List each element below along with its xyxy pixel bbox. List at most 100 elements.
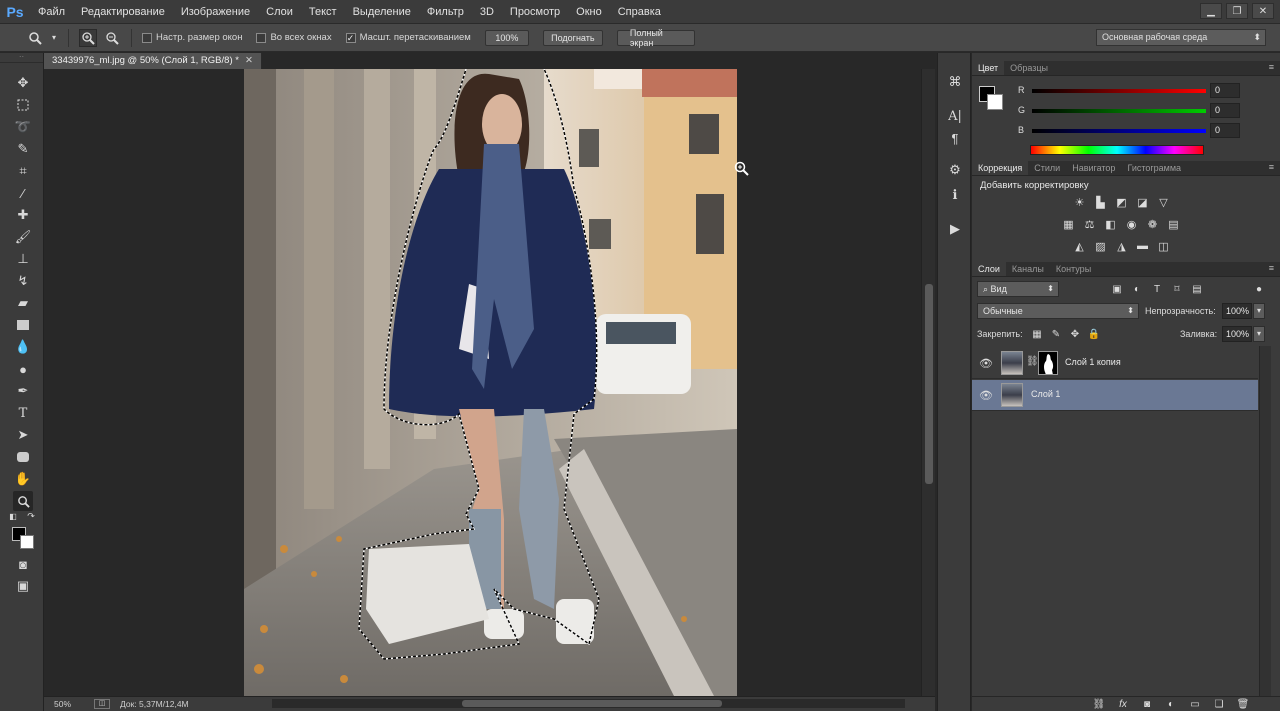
pen-tool-icon[interactable]: ✒ bbox=[13, 381, 33, 401]
close-icon[interactable]: ✕ bbox=[245, 55, 253, 66]
document-image[interactable] bbox=[244, 69, 737, 696]
layer-mask-thumbnail[interactable] bbox=[1038, 351, 1058, 375]
green-value-input[interactable]: 0 bbox=[1210, 103, 1240, 118]
tab-swatches[interactable]: Образцы bbox=[1004, 61, 1054, 75]
menu-text[interactable]: Текст bbox=[301, 0, 345, 24]
blue-slider[interactable]: B 0 bbox=[1012, 123, 1272, 139]
canvas-area[interactable] bbox=[44, 69, 921, 696]
fit-screen-button[interactable]: Подогнать bbox=[542, 29, 603, 46]
swap-colors-icon[interactable]: ↷ bbox=[26, 511, 36, 521]
tool-presets-icon[interactable]: ⚙ bbox=[945, 161, 965, 179]
color-background-swatch[interactable] bbox=[987, 94, 1003, 110]
blend-mode-select[interactable]: Обычные ⬍ bbox=[977, 303, 1139, 319]
minimize-button[interactable]: ▁ bbox=[1200, 3, 1222, 19]
lock-all-icon[interactable]: 🔒 bbox=[1088, 328, 1100, 340]
layer-style-icon[interactable]: fx bbox=[1116, 698, 1130, 711]
info-panel-icon[interactable]: ℹ bbox=[945, 186, 965, 204]
exposure-icon[interactable]: ◪ bbox=[1135, 195, 1150, 209]
gradient-map-icon[interactable]: ▬ bbox=[1135, 239, 1150, 253]
photo-filter-icon[interactable]: ◉ bbox=[1124, 217, 1139, 231]
new-layer-icon[interactable]: ❏ bbox=[1212, 698, 1226, 711]
layer-row[interactable]: 👁 Слой 1 bbox=[972, 380, 1258, 411]
zoom-out-icon[interactable] bbox=[103, 29, 121, 47]
quick-mask-icon[interactable]: ◙ bbox=[13, 554, 33, 574]
zoom-tool-preset-icon[interactable] bbox=[26, 29, 44, 47]
paragraph-panel-icon[interactable]: ¶ bbox=[945, 129, 965, 147]
toolbar-grip[interactable]: ·· bbox=[0, 53, 43, 63]
tab-navigator[interactable]: Навигатор bbox=[1066, 161, 1121, 175]
filter-type-layers-icon[interactable]: T bbox=[1150, 282, 1164, 296]
tab-layers[interactable]: Слои bbox=[972, 262, 1006, 276]
black-white-icon[interactable]: ◧ bbox=[1103, 217, 1118, 231]
blur-tool-icon[interactable]: 💧 bbox=[13, 337, 33, 357]
threshold-icon[interactable]: ◮ bbox=[1114, 239, 1129, 253]
character-panel-icon[interactable]: A| bbox=[945, 107, 965, 125]
actual-pixels-button[interactable]: 100% bbox=[484, 29, 529, 46]
checkmark-icon[interactable]: ✓ bbox=[345, 32, 356, 43]
checkbox-box[interactable] bbox=[256, 32, 267, 43]
shape-tool-icon[interactable] bbox=[13, 447, 33, 467]
red-track[interactable] bbox=[1032, 89, 1206, 93]
document-tab[interactable]: 33439976_ml.jpg @ 50% (Слой 1, RGB/8) * ✕ bbox=[44, 53, 262, 69]
all-windows-checkbox[interactable]: Во всех окнах bbox=[256, 32, 332, 43]
layer-thumbnail[interactable] bbox=[1001, 351, 1023, 375]
trash-icon[interactable]: 🗑 bbox=[1236, 698, 1250, 711]
scrubby-zoom-checkbox[interactable]: ✓ Масшт. перетаскиванием bbox=[345, 32, 471, 43]
eye-icon[interactable]: 👁 bbox=[978, 389, 994, 402]
layer-name[interactable]: Слой 1 копия bbox=[1065, 357, 1121, 367]
red-value-input[interactable]: 0 bbox=[1210, 83, 1240, 98]
lock-transparent-pixels-icon[interactable]: ▦ bbox=[1031, 328, 1043, 340]
history-brush-tool-icon[interactable]: ↯ bbox=[13, 271, 33, 291]
menu-file[interactable]: Файл bbox=[30, 0, 73, 24]
menu-filter[interactable]: Фильтр bbox=[419, 0, 472, 24]
horizontal-scrollbar[interactable] bbox=[272, 699, 905, 708]
posterize-icon[interactable]: ▨ bbox=[1093, 239, 1108, 253]
zoom-in-icon[interactable] bbox=[79, 28, 97, 47]
green-track[interactable] bbox=[1032, 109, 1206, 113]
zoom-tool-icon[interactable] bbox=[13, 491, 33, 511]
crop-tool-icon[interactable]: ⌗ bbox=[13, 161, 33, 181]
tab-paths[interactable]: Контуры bbox=[1050, 262, 1097, 276]
invert-icon[interactable]: ◭ bbox=[1072, 239, 1087, 253]
color-lookup-icon[interactable]: ▤ bbox=[1166, 217, 1181, 231]
eye-icon[interactable]: 👁 bbox=[978, 357, 994, 370]
default-colors-icon[interactable]: ◧ bbox=[8, 511, 18, 521]
filter-adjustment-layers-icon[interactable]: ◐ bbox=[1130, 282, 1144, 296]
blue-track[interactable] bbox=[1032, 129, 1206, 133]
panel-menu-icon[interactable]: ≡ bbox=[1269, 62, 1274, 72]
menu-view[interactable]: Просмотр bbox=[502, 0, 568, 24]
hue-saturation-icon[interactable]: ▦ bbox=[1061, 217, 1076, 231]
hand-tool-icon[interactable]: ✋ bbox=[13, 469, 33, 489]
eraser-tool-icon[interactable]: ▰ bbox=[13, 293, 33, 313]
add-mask-icon[interactable]: ◙ bbox=[1140, 698, 1154, 711]
tab-styles[interactable]: Стили bbox=[1028, 161, 1066, 175]
workspace-select[interactable]: Основная рабочая среда ⬍ bbox=[1096, 29, 1266, 46]
lock-image-pixels-icon[interactable]: ✎ bbox=[1050, 328, 1062, 340]
lock-position-icon[interactable]: ✥ bbox=[1069, 328, 1081, 340]
filter-shape-layers-icon[interactable]: ⌑ bbox=[1170, 282, 1184, 296]
blue-value-input[interactable]: 0 bbox=[1210, 123, 1240, 138]
curves-icon[interactable]: ◩ bbox=[1114, 195, 1129, 209]
filter-pixel-layers-icon[interactable]: ▣ bbox=[1110, 282, 1124, 296]
filter-smart-objects-icon[interactable]: ▤ bbox=[1190, 282, 1204, 296]
brightness-contrast-icon[interactable]: ☀ bbox=[1072, 195, 1087, 209]
menu-window[interactable]: Окно bbox=[568, 0, 610, 24]
zoom-level[interactable]: 50% bbox=[54, 699, 84, 709]
color-balance-icon[interactable]: ⚖ bbox=[1082, 217, 1097, 231]
history-panel-icon[interactable]: ⌘ bbox=[945, 73, 965, 91]
layer-filter-kind-select[interactable]: ⌕ Вид ⬍ bbox=[977, 281, 1059, 297]
fill-screen-button[interactable]: Полный экран bbox=[616, 28, 695, 48]
layer-row[interactable]: 👁 ⛓ Слой 1 копия bbox=[972, 348, 1258, 379]
vertical-scrollbar[interactable] bbox=[921, 69, 935, 696]
panel-menu-icon[interactable]: ≡ bbox=[1269, 263, 1274, 273]
red-slider[interactable]: R 0 bbox=[1012, 83, 1272, 99]
menu-help[interactable]: Справка bbox=[610, 0, 669, 24]
link-icon[interactable]: ⛓ bbox=[1026, 356, 1039, 367]
quick-selection-tool-icon[interactable]: ✎ bbox=[13, 139, 33, 159]
scrollbar-thumb[interactable] bbox=[462, 700, 722, 707]
new-adjustment-layer-icon[interactable]: ◐ bbox=[1164, 698, 1178, 711]
restore-button[interactable]: ❐ bbox=[1226, 3, 1248, 19]
opacity-dropdown-icon[interactable]: ▾ bbox=[1253, 303, 1265, 319]
tab-channels[interactable]: Каналы bbox=[1006, 262, 1050, 276]
brush-tool-icon[interactable]: 🖌 bbox=[13, 227, 33, 247]
